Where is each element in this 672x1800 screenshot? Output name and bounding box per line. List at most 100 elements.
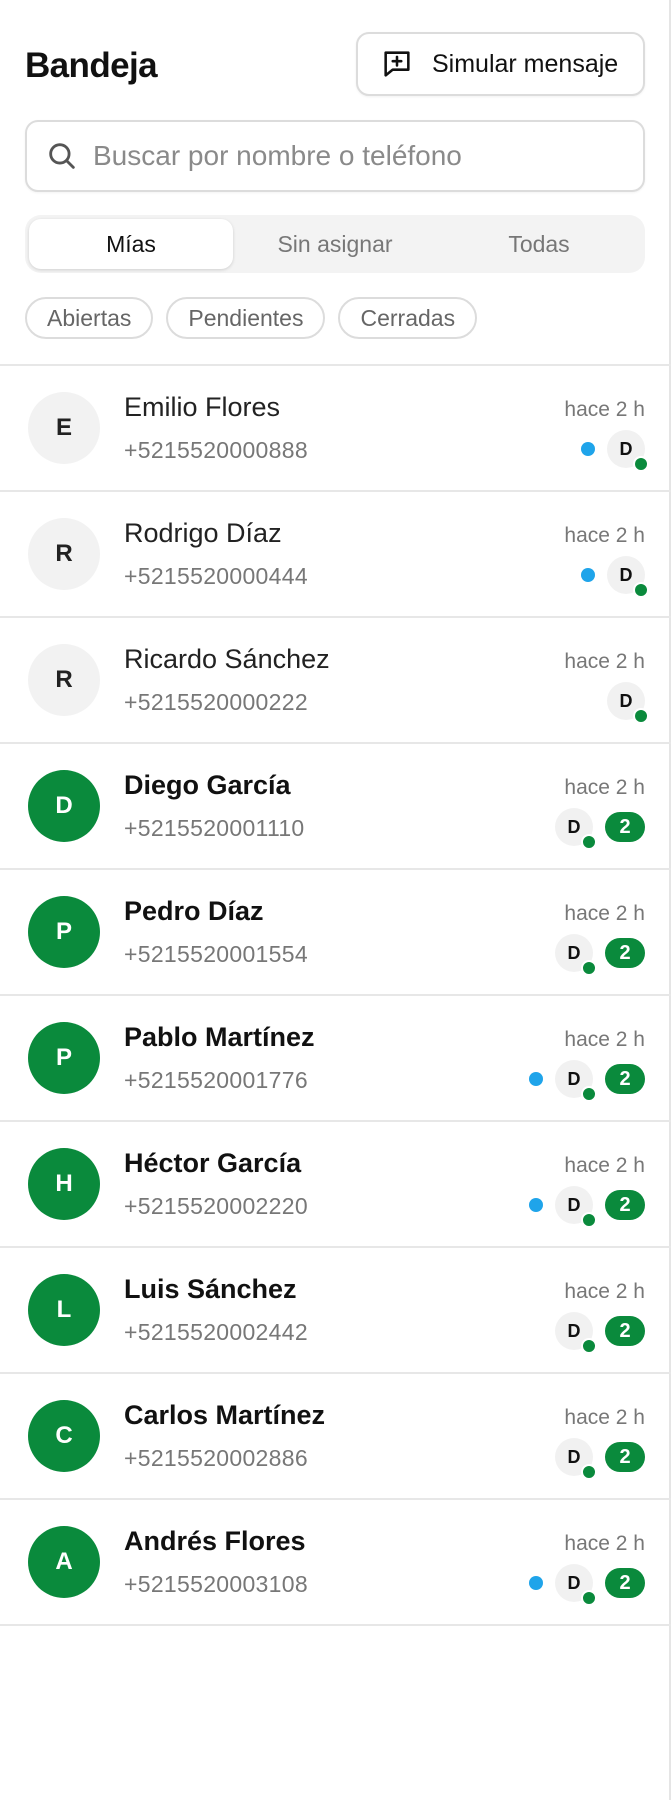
assigned-agent-avatar: D	[607, 430, 649, 472]
agent-initial: D	[567, 942, 581, 963]
unread-count-badge: 2	[605, 1568, 645, 1598]
unread-count-badge: 2	[605, 1316, 645, 1346]
conversation-meta: D2	[555, 808, 645, 850]
filter-abiertas[interactable]: Abiertas	[25, 297, 154, 339]
contact-avatar: L	[28, 1274, 100, 1346]
contact-name: Diego García	[124, 770, 291, 800]
filter-pendientes[interactable]: Pendientes	[166, 297, 326, 339]
conversation-meta: D2	[529, 1186, 645, 1228]
status-filters: Abiertas Pendientes Cerradas	[25, 297, 478, 339]
agent-initial: D	[567, 1320, 581, 1341]
assigned-agent-avatar: D	[555, 808, 597, 850]
contact-name: Ricardo Sánchez	[124, 644, 330, 674]
last-message-time: hace 2 h	[564, 398, 645, 421]
last-message-time: hace 2 h	[564, 524, 645, 547]
conversation-meta: D	[581, 430, 649, 472]
conversation-meta: D2	[555, 1312, 645, 1354]
online-status-dot	[581, 1086, 597, 1102]
unread-count-badge: 2	[605, 1442, 645, 1472]
conversation-row[interactable]: L Luis Sánchez +5215520002442 hace 2 hD2	[0, 1248, 671, 1374]
unread-count-badge: 2	[605, 812, 645, 842]
conversation-row[interactable]: R Rodrigo Díaz +5215520000444 hace 2 h D	[0, 492, 671, 618]
contact-phone: +5215520002220	[124, 1193, 308, 1219]
agent-initial: D	[619, 564, 633, 585]
search-box	[25, 120, 645, 192]
agent-initial: D	[619, 438, 633, 459]
last-message-time: hace 2 h	[564, 1406, 645, 1429]
conversation-row[interactable]: A Andrés Flores +5215520003108 hace 2 hD2	[0, 1500, 671, 1626]
conversation-row[interactable]: D Diego García +5215520001110 hace 2 hD2	[0, 744, 671, 870]
inbox-header: Bandeja Simular mensaje	[25, 32, 645, 96]
contact-phone: +5215520000222	[124, 689, 308, 715]
online-status-dot	[581, 1464, 597, 1480]
assigned-agent-avatar: D	[555, 1060, 597, 1102]
page-title: Bandeja	[25, 46, 158, 85]
online-status-dot	[581, 960, 597, 976]
simulate-message-button[interactable]: Simular mensaje	[356, 32, 645, 96]
contact-phone: +5215520002442	[124, 1319, 308, 1345]
online-status-dot	[581, 834, 597, 850]
conversation-meta: D	[581, 556, 649, 598]
agent-initial: D	[567, 1068, 581, 1089]
unread-count-badge: 2	[605, 1064, 645, 1094]
conversation-row[interactable]: P Pedro Díaz +5215520001554 hace 2 hD2	[0, 870, 671, 996]
online-status-dot	[581, 1338, 597, 1354]
assigned-agent-avatar: D	[555, 1564, 597, 1606]
conversation-meta: D2	[529, 1564, 645, 1606]
conversation-meta: D2	[555, 934, 645, 976]
search-input[interactable]	[93, 140, 613, 172]
assignment-tabs: Mías Sin asignar Todas	[25, 215, 645, 273]
unread-count-badge: 2	[605, 1190, 645, 1220]
contact-name: Andrés Flores	[124, 1526, 306, 1556]
assigned-agent-avatar: D	[555, 1312, 597, 1354]
contact-avatar: R	[28, 644, 100, 716]
contact-avatar: E	[28, 392, 100, 464]
conversation-meta: D	[607, 682, 649, 724]
contact-avatar: P	[28, 896, 100, 968]
contact-name: Pablo Martínez	[124, 1022, 315, 1052]
unread-indicator-dot	[529, 1198, 543, 1212]
contact-avatar: R	[28, 518, 100, 590]
online-status-dot	[633, 456, 649, 472]
online-status-dot	[633, 582, 649, 598]
last-message-time: hace 2 h	[564, 650, 645, 673]
contact-phone: +5215520000888	[124, 437, 308, 463]
contact-name: Luis Sánchez	[124, 1274, 297, 1304]
agent-initial: D	[567, 1446, 581, 1467]
conversation-meta: D2	[529, 1060, 645, 1102]
online-status-dot	[581, 1212, 597, 1228]
tab-todas[interactable]: Todas	[437, 219, 641, 269]
last-message-time: hace 2 h	[564, 1154, 645, 1177]
last-message-time: hace 2 h	[564, 1532, 645, 1555]
last-message-time: hace 2 h	[564, 902, 645, 925]
contact-avatar: D	[28, 770, 100, 842]
conversation-row[interactable]: E Emilio Flores +5215520000888 hace 2 h D	[0, 366, 671, 492]
tab-sin-asignar[interactable]: Sin asignar	[233, 219, 437, 269]
conversation-row[interactable]: H Héctor García +5215520002220 hace 2 hD2	[0, 1122, 671, 1248]
conversation-row[interactable]: P Pablo Martínez +5215520001776 hace 2 hD2	[0, 996, 671, 1122]
assigned-agent-avatar: D	[607, 682, 649, 724]
contact-phone: +5215520001776	[124, 1067, 308, 1093]
contact-name: Carlos Martínez	[124, 1400, 326, 1430]
online-status-dot	[581, 1590, 597, 1606]
unread-indicator-dot	[529, 1576, 543, 1590]
contact-name: Emilio Flores	[124, 392, 281, 422]
search-icon	[49, 143, 75, 169]
unread-indicator-dot	[529, 1072, 543, 1086]
contact-phone: +5215520001554	[124, 941, 308, 967]
assigned-agent-avatar: D	[555, 934, 597, 976]
conversation-row[interactable]: C Carlos Martínez +5215520002886 hace 2 hD2	[0, 1374, 671, 1500]
agent-initial: D	[619, 690, 633, 711]
conversation-row[interactable]: R Ricardo Sánchez +5215520000222 hace 2 h D	[0, 618, 671, 744]
tab-mias[interactable]: Mías	[29, 219, 233, 269]
assigned-agent-avatar: D	[555, 1438, 597, 1480]
assigned-agent-avatar: D	[607, 556, 649, 598]
contact-name: Héctor García	[124, 1148, 302, 1178]
filter-cerradas[interactable]: Cerradas	[338, 297, 478, 339]
conversation-meta: D2	[555, 1438, 645, 1480]
agent-initial: D	[567, 1572, 581, 1593]
last-message-time: hace 2 h	[564, 776, 645, 799]
unread-indicator-dot	[581, 442, 595, 456]
conversation-list: E Emilio Flores +5215520000888 hace 2 h D R Ro…	[0, 364, 671, 1626]
last-message-time: hace 2 h	[564, 1028, 645, 1051]
